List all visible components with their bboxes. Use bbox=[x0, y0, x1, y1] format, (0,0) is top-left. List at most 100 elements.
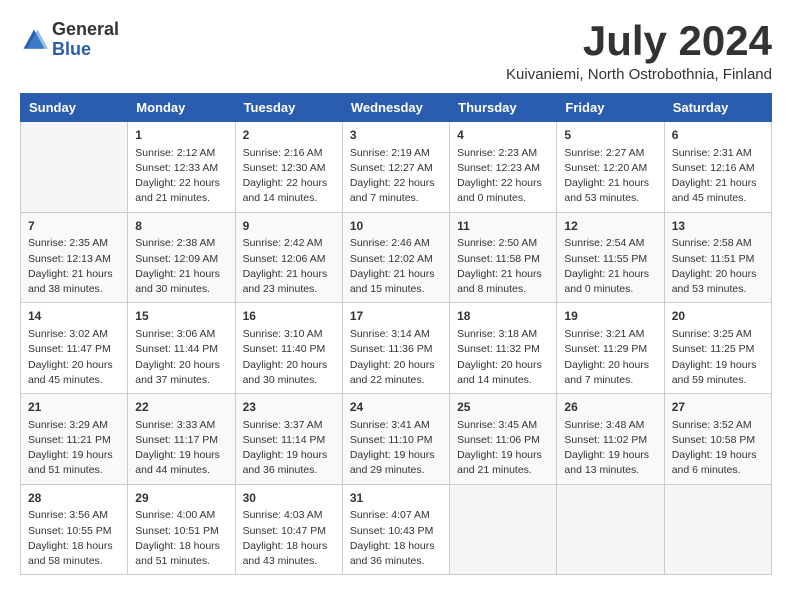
day-number: 10 bbox=[350, 218, 442, 235]
day-cell: 14 Sunrise: 3:02 AM Sunset: 11:47 PM Dayl… bbox=[21, 303, 128, 394]
day-cell: 16 Sunrise: 3:10 AM Sunset: 11:40 PM Dayl… bbox=[235, 303, 342, 394]
day-cell bbox=[21, 122, 128, 213]
day-number: 2 bbox=[243, 127, 335, 144]
day-info: Sunrise: 2:35 AM Sunset: 12:13 AM Daylig… bbox=[28, 236, 120, 297]
day-info: Sunrise: 3:25 AM Sunset: 11:25 PM Daylig… bbox=[672, 327, 764, 388]
day-info: Sunrise: 3:48 AM Sunset: 11:02 PM Daylig… bbox=[564, 418, 656, 479]
day-number: 13 bbox=[672, 218, 764, 235]
logo-text: General Blue bbox=[52, 20, 119, 60]
day-header-friday: Friday bbox=[557, 94, 664, 122]
day-number: 18 bbox=[457, 308, 549, 325]
day-number: 5 bbox=[564, 127, 656, 144]
day-cell: 31Sunrise: 4:07 AM Sunset: 10:43 PM Dayl… bbox=[342, 484, 449, 575]
day-number: 11 bbox=[457, 218, 549, 235]
day-number: 27 bbox=[672, 399, 764, 416]
day-info: Sunrise: 3:10 AM Sunset: 11:40 PM Daylig… bbox=[243, 327, 335, 388]
day-info: Sunrise: 3:18 AM Sunset: 11:32 PM Daylig… bbox=[457, 327, 549, 388]
day-header-saturday: Saturday bbox=[664, 94, 771, 122]
day-info: Sunrise: 2:19 AM Sunset: 12:27 AM Daylig… bbox=[350, 146, 442, 207]
day-number: 29 bbox=[135, 490, 227, 507]
day-info: Sunrise: 3:45 AM Sunset: 11:06 PM Daylig… bbox=[457, 418, 549, 479]
week-row-4: 21Sunrise: 3:29 AM Sunset: 11:21 PM Dayl… bbox=[21, 394, 772, 485]
day-info: Sunrise: 2:12 AM Sunset: 12:33 AM Daylig… bbox=[135, 146, 227, 207]
day-cell: 5 Sunrise: 2:27 AM Sunset: 12:20 AM Dayli… bbox=[557, 122, 664, 213]
day-cell: 9Sunrise: 2:42 AM Sunset: 12:06 AM Dayli… bbox=[235, 212, 342, 303]
day-info: Sunrise: 3:14 AM Sunset: 11:36 PM Daylig… bbox=[350, 327, 442, 388]
day-number: 12 bbox=[564, 218, 656, 235]
day-cell: 27 Sunrise: 3:52 AM Sunset: 10:58 PM Dayl… bbox=[664, 394, 771, 485]
day-info: Sunrise: 3:52 AM Sunset: 10:58 PM Daylig… bbox=[672, 418, 764, 479]
day-number: 16 bbox=[243, 308, 335, 325]
day-info: Sunrise: 3:21 AM Sunset: 11:29 PM Daylig… bbox=[564, 327, 656, 388]
day-cell: 20 Sunrise: 3:25 AM Sunset: 11:25 PM Dayl… bbox=[664, 303, 771, 394]
day-number: 6 bbox=[672, 127, 764, 144]
day-info: Sunrise: 4:03 AM Sunset: 10:47 PM Daylig… bbox=[243, 508, 335, 569]
day-number: 20 bbox=[672, 308, 764, 325]
day-number: 17 bbox=[350, 308, 442, 325]
days-header-row: SundayMondayTuesdayWednesdayThursdayFrid… bbox=[21, 94, 772, 122]
day-cell: 4 Sunrise: 2:23 AM Sunset: 12:23 AM Dayli… bbox=[450, 122, 557, 213]
day-number: 28 bbox=[28, 490, 120, 507]
day-cell bbox=[450, 484, 557, 575]
day-cell: 19 Sunrise: 3:21 AM Sunset: 11:29 PM Dayl… bbox=[557, 303, 664, 394]
day-cell: 12Sunrise: 2:54 AM Sunset: 11:55 PM Dayl… bbox=[557, 212, 664, 303]
calendar-table: SundayMondayTuesdayWednesdayThursdayFrid… bbox=[20, 93, 772, 575]
day-cell: 21Sunrise: 3:29 AM Sunset: 11:21 PM Dayl… bbox=[21, 394, 128, 485]
day-cell: 2 Sunrise: 2:16 AM Sunset: 12:30 AM Dayli… bbox=[235, 122, 342, 213]
day-number: 8 bbox=[135, 218, 227, 235]
day-info: Sunrise: 2:42 AM Sunset: 12:06 AM Daylig… bbox=[243, 236, 335, 297]
day-info: Sunrise: 3:33 AM Sunset: 11:17 PM Daylig… bbox=[135, 418, 227, 479]
day-number: 3 bbox=[350, 127, 442, 144]
page-header: General Blue July 2024 Kuivaniemi, North… bbox=[20, 20, 772, 83]
day-cell: 10Sunrise: 2:46 AM Sunset: 12:02 AM Dayl… bbox=[342, 212, 449, 303]
day-info: Sunrise: 2:50 AM Sunset: 11:58 PM Daylig… bbox=[457, 236, 549, 297]
location: Kuivaniemi, North Ostrobothnia, Finland bbox=[506, 66, 772, 83]
day-cell: 25 Sunrise: 3:45 AM Sunset: 11:06 PM Dayl… bbox=[450, 394, 557, 485]
day-info: Sunrise: 2:38 AM Sunset: 12:09 AM Daylig… bbox=[135, 236, 227, 297]
day-number: 24 bbox=[350, 399, 442, 416]
day-cell bbox=[557, 484, 664, 575]
day-number: 15 bbox=[135, 308, 227, 325]
day-cell: 22Sunrise: 3:33 AM Sunset: 11:17 PM Dayl… bbox=[128, 394, 235, 485]
day-cell: 23 Sunrise: 3:37 AM Sunset: 11:14 PM Dayl… bbox=[235, 394, 342, 485]
day-info: Sunrise: 2:27 AM Sunset: 12:20 AM Daylig… bbox=[564, 146, 656, 207]
day-info: Sunrise: 3:37 AM Sunset: 11:14 PM Daylig… bbox=[243, 418, 335, 479]
day-number: 25 bbox=[457, 399, 549, 416]
day-cell: 8Sunrise: 2:38 AM Sunset: 12:09 AM Dayli… bbox=[128, 212, 235, 303]
title-block: July 2024 Kuivaniemi, North Ostrobothnia… bbox=[506, 20, 772, 83]
day-number: 4 bbox=[457, 127, 549, 144]
day-number: 19 bbox=[564, 308, 656, 325]
day-header-thursday: Thursday bbox=[450, 94, 557, 122]
day-header-tuesday: Tuesday bbox=[235, 94, 342, 122]
day-number: 26 bbox=[564, 399, 656, 416]
week-row-1: 1 Sunrise: 2:12 AM Sunset: 12:33 AM Dayli… bbox=[21, 122, 772, 213]
day-info: Sunrise: 3:41 AM Sunset: 11:10 PM Daylig… bbox=[350, 418, 442, 479]
day-cell: 15 Sunrise: 3:06 AM Sunset: 11:44 PM Dayl… bbox=[128, 303, 235, 394]
day-number: 30 bbox=[243, 490, 335, 507]
day-info: Sunrise: 2:16 AM Sunset: 12:30 AM Daylig… bbox=[243, 146, 335, 207]
day-info: Sunrise: 2:23 AM Sunset: 12:23 AM Daylig… bbox=[457, 146, 549, 207]
day-cell bbox=[664, 484, 771, 575]
day-info: Sunrise: 2:54 AM Sunset: 11:55 PM Daylig… bbox=[564, 236, 656, 297]
day-info: Sunrise: 4:07 AM Sunset: 10:43 PM Daylig… bbox=[350, 508, 442, 569]
day-info: Sunrise: 3:06 AM Sunset: 11:44 PM Daylig… bbox=[135, 327, 227, 388]
day-number: 1 bbox=[135, 127, 227, 144]
day-info: Sunrise: 4:00 AM Sunset: 10:51 PM Daylig… bbox=[135, 508, 227, 569]
day-cell: 1 Sunrise: 2:12 AM Sunset: 12:33 AM Dayli… bbox=[128, 122, 235, 213]
day-cell: 17 Sunrise: 3:14 AM Sunset: 11:36 PM Dayl… bbox=[342, 303, 449, 394]
day-cell: 29Sunrise: 4:00 AM Sunset: 10:51 PM Dayl… bbox=[128, 484, 235, 575]
day-cell: 6Sunrise: 2:31 AM Sunset: 12:16 AM Dayli… bbox=[664, 122, 771, 213]
day-number: 14 bbox=[28, 308, 120, 325]
day-cell: 24 Sunrise: 3:41 AM Sunset: 11:10 PM Dayl… bbox=[342, 394, 449, 485]
week-row-2: 7Sunrise: 2:35 AM Sunset: 12:13 AM Dayli… bbox=[21, 212, 772, 303]
day-cell: 13Sunrise: 2:58 AM Sunset: 11:51 PM Dayl… bbox=[664, 212, 771, 303]
day-header-monday: Monday bbox=[128, 94, 235, 122]
month-title: July 2024 bbox=[506, 20, 772, 62]
day-header-sunday: Sunday bbox=[21, 94, 128, 122]
day-number: 23 bbox=[243, 399, 335, 416]
day-info: Sunrise: 3:29 AM Sunset: 11:21 PM Daylig… bbox=[28, 418, 120, 479]
day-info: Sunrise: 3:56 AM Sunset: 10:55 PM Daylig… bbox=[28, 508, 120, 569]
logo-icon bbox=[20, 26, 48, 54]
day-number: 9 bbox=[243, 218, 335, 235]
day-info: Sunrise: 3:02 AM Sunset: 11:47 PM Daylig… bbox=[28, 327, 120, 388]
